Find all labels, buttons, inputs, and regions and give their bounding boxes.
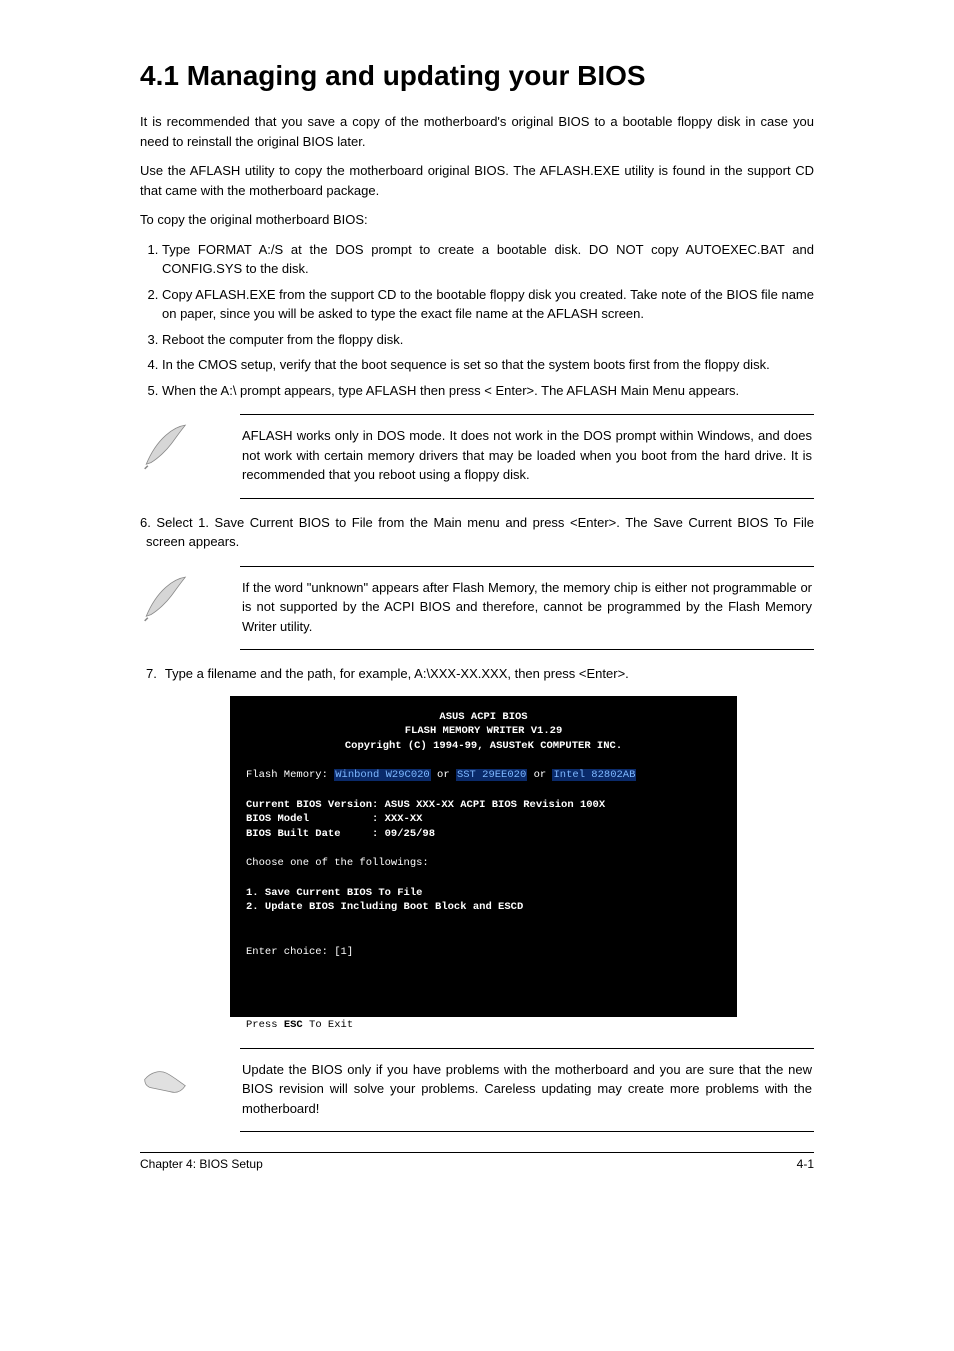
term-option-2: 2. Update BIOS Including Boot Block and … (246, 901, 523, 913)
term-exit-suffix: To Exit (303, 1019, 353, 1031)
step-item: In the CMOS setup, verify that the boot … (162, 355, 814, 375)
step-item: Copy AFLASH.EXE from the support CD to t… (162, 285, 814, 324)
note-block: AFLASH works only in DOS mode. It does n… (140, 414, 814, 499)
note-quill-icon (140, 574, 195, 629)
term-exit-key: ESC (284, 1019, 303, 1031)
note-text: If the word "unknown" appears after Flas… (240, 570, 814, 647)
term-line-model: BIOS Model : XXX-XX (246, 813, 422, 825)
term-header-2: FLASH MEMORY WRITER V1.29 (405, 725, 563, 737)
note-rule-bottom (240, 649, 814, 650)
term-choose: Choose one of the followings: (246, 857, 429, 869)
subheading: To copy the original motherboard BIOS: (140, 210, 814, 230)
footer-right: 4-1 (797, 1157, 814, 1171)
term-or: or (431, 769, 456, 781)
section-title: 4.1 Managing and updating your BIOS (140, 60, 814, 92)
note-hand-icon (140, 1056, 195, 1111)
step-item: Type FORMAT A:/S at the DOS prompt to cr… (162, 240, 814, 279)
footer-left: Chapter 4: BIOS Setup (140, 1157, 263, 1171)
page-footer: Chapter 4: BIOS Setup 4-1 (140, 1152, 814, 1171)
term-line-version: Current BIOS Version: ASUS XXX-XX ACPI B… (246, 799, 605, 811)
term-chip-2: SST 29EE020 (456, 769, 527, 781)
term-chip-3: Intel 82802AB (552, 769, 636, 781)
note-rule-top (240, 566, 814, 567)
step-item: Reboot the computer from the floppy disk… (162, 330, 814, 350)
term-or: or (527, 769, 552, 781)
step-7: Type a filename and the path, for exampl… (140, 664, 814, 684)
step-item: When the A:\ prompt appears, type AFLASH… (162, 381, 814, 401)
intro-paragraph-2: Use the AFLASH utility to copy the mothe… (140, 161, 814, 200)
term-flash-label: Flash Memory: (246, 769, 334, 781)
note-rule-bottom (240, 498, 814, 499)
note-rule-top (240, 1048, 814, 1049)
term-exit-prefix: Press (246, 1019, 284, 1031)
note-rule-top (240, 414, 814, 415)
note-quill-icon (140, 422, 195, 477)
term-enter-choice: Enter choice: [1] (246, 946, 353, 958)
note-rule-bottom (240, 1131, 814, 1132)
step-6: 6. Select 1. Save Current BIOS to File f… (140, 513, 814, 552)
term-chip-1: Winbond W29C020 (334, 769, 431, 781)
note-block: Update the BIOS only if you have problem… (140, 1048, 814, 1133)
terminal-screenshot: ASUS ACPI BIOS FLASH MEMORY WRITER V1.29… (230, 696, 737, 1034)
term-line-date: BIOS Built Date : 09/25/98 (246, 828, 435, 840)
note-text: Update the BIOS only if you have problem… (240, 1052, 814, 1129)
note-text: AFLASH works only in DOS mode. It does n… (240, 418, 814, 495)
intro-paragraph-1: It is recommended that you save a copy o… (140, 112, 814, 151)
term-header-3: Copyright (C) 1994-99, ASUSTeK COMPUTER … (345, 740, 622, 752)
steps-list: Type FORMAT A:/S at the DOS prompt to cr… (140, 240, 814, 401)
term-option-1: 1. Save Current BIOS To File (246, 887, 422, 899)
note-block: If the word "unknown" appears after Flas… (140, 566, 814, 651)
term-header-1: ASUS ACPI BIOS (439, 711, 527, 723)
